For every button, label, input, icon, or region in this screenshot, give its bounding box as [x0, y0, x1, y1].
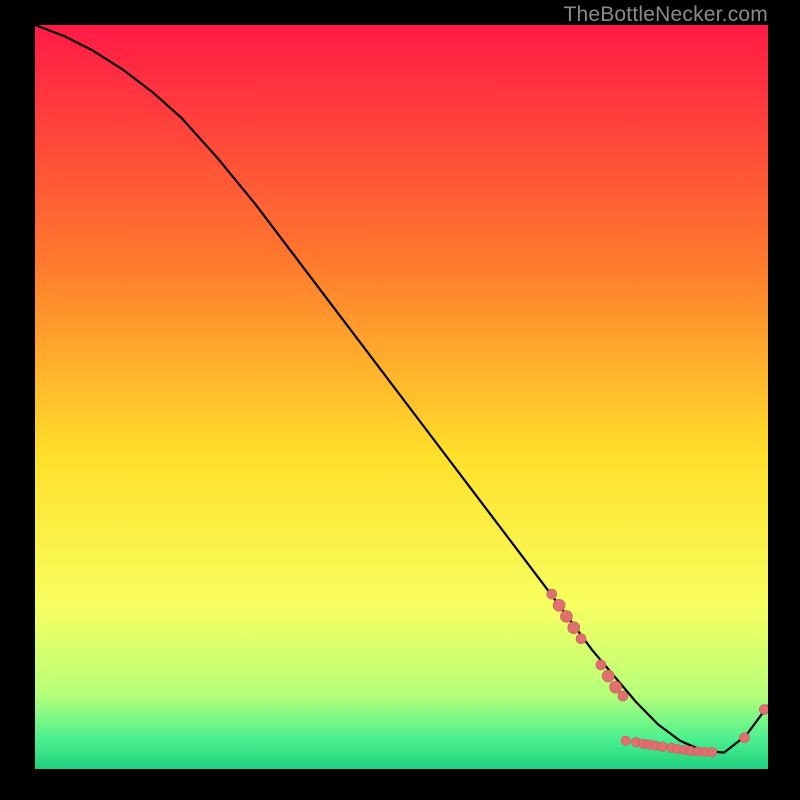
- data-point: [576, 634, 586, 644]
- watermark-text: TheBottleNecker.com: [563, 3, 768, 27]
- data-point: [568, 622, 580, 634]
- data-point: [547, 589, 557, 599]
- data-point: [759, 704, 768, 714]
- data-point: [560, 610, 572, 622]
- plot-svg: [35, 25, 768, 769]
- data-point: [740, 733, 750, 743]
- data-point: [618, 691, 628, 701]
- data-point: [621, 736, 630, 745]
- plot-area: [35, 25, 768, 769]
- data-point: [602, 670, 614, 682]
- data-point: [553, 599, 565, 611]
- data-point: [658, 742, 667, 751]
- data-point: [610, 681, 622, 693]
- data-point: [596, 660, 606, 670]
- data-point: [708, 748, 717, 757]
- chart-stage: TheBottleNecker.com: [0, 0, 800, 800]
